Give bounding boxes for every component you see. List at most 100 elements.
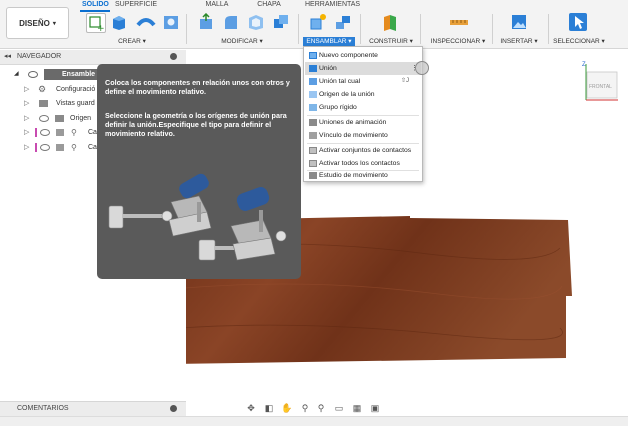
joint-tooltip: Coloca los componentes en relación unos … bbox=[97, 64, 301, 279]
press-pull-icon[interactable] bbox=[197, 12, 215, 31]
tab-mesh[interactable]: MALLA bbox=[202, 0, 232, 10]
zoom-icon[interactable]: ⚲ bbox=[298, 402, 312, 414]
drive-joints-icon bbox=[309, 119, 317, 126]
menu-item-motion-study[interactable]: Estudio de movimiento bbox=[305, 169, 421, 182]
menu-item-joint-origin[interactable]: Origen de la unión bbox=[305, 88, 421, 101]
component-color-bar bbox=[35, 143, 37, 152]
as-built-joint-icon bbox=[309, 78, 317, 85]
viewcube[interactable]: Z FRONTAL bbox=[578, 58, 622, 106]
offset-plane-icon[interactable] bbox=[381, 13, 399, 31]
design-workspace-button[interactable]: DISEÑO ▾ bbox=[6, 7, 69, 39]
visibility-eye-icon[interactable] bbox=[40, 144, 50, 151]
joint-icon bbox=[309, 65, 317, 72]
modify-group-label[interactable]: MODIFICAR ▾ bbox=[219, 37, 265, 46]
expand-arrow-icon[interactable]: ◢ bbox=[14, 68, 19, 81]
axis-z-label: Z bbox=[582, 62, 586, 68]
tab-surface[interactable]: SUPERFICIE bbox=[115, 0, 157, 10]
navigator-title: NAVEGADOR bbox=[17, 53, 62, 60]
toolbar-separator bbox=[492, 14, 493, 44]
display-settings-icon[interactable]: ▭ bbox=[332, 402, 346, 414]
create-sketch-icon[interactable]: + bbox=[86, 13, 106, 34]
viewcube-face-label[interactable]: FRONTAL bbox=[589, 84, 612, 90]
link-icon: ⚲ bbox=[71, 143, 77, 152]
new-component-icon[interactable] bbox=[309, 13, 327, 31]
shell-icon[interactable] bbox=[247, 13, 265, 31]
inspect-group-label[interactable]: INSPECCIONAR ▾ bbox=[429, 37, 487, 46]
create-group-label[interactable]: CREAR ▾ bbox=[115, 37, 149, 46]
tooltip-description: Coloca los componentes en relación unos … bbox=[105, 78, 290, 96]
expand-arrow-icon[interactable]: ▷ bbox=[24, 83, 29, 96]
folder-icon bbox=[55, 115, 64, 122]
menu-item-enable-contact-sets[interactable]: Activar conjuntos de contactos bbox=[305, 144, 421, 157]
expand-arrow-icon[interactable]: ▷ bbox=[24, 112, 29, 125]
rigid-group-icon bbox=[309, 104, 317, 111]
active-tab-underline bbox=[80, 10, 110, 12]
collapse-icon[interactable]: ◂◂ bbox=[4, 50, 11, 64]
visibility-eye-icon[interactable] bbox=[28, 71, 38, 78]
joint-origin-icon bbox=[309, 91, 317, 98]
toolbar-separator bbox=[360, 14, 361, 44]
visibility-eye-icon[interactable] bbox=[40, 129, 50, 136]
component-label: Ca bbox=[88, 129, 97, 136]
comments-title: COMENTARIOS bbox=[17, 405, 69, 412]
menu-item-joint[interactable]: Unión ⋮ bbox=[305, 62, 421, 75]
visibility-eye-icon[interactable] bbox=[39, 115, 49, 122]
combine-icon[interactable] bbox=[272, 13, 290, 31]
joint-illustration bbox=[108, 173, 287, 261]
caret-down-icon: ▾ bbox=[52, 20, 56, 27]
component-icon bbox=[56, 144, 64, 151]
menu-item-drive-joints[interactable]: Uniones de animación bbox=[305, 116, 421, 129]
measure-icon[interactable] bbox=[449, 13, 469, 31]
component-icon bbox=[56, 129, 64, 136]
navigation-bar: ✥ ◧ ✋ ⚲ ⚲ ▭ ▦ ▣ bbox=[244, 402, 384, 415]
menu-item-rigid-group[interactable]: Grupo rígido bbox=[305, 101, 421, 114]
construct-group-label[interactable]: CONSTRUIR ▾ bbox=[368, 37, 414, 46]
toolbar: DISEÑO ▾ SÓLIDO SUPERFICIE MALLA CHAPA H… bbox=[0, 0, 628, 49]
folder-icon bbox=[39, 100, 48, 107]
contact-sets-icon bbox=[309, 147, 317, 154]
orbit-icon[interactable]: ✥ bbox=[244, 402, 258, 414]
menu-item-motion-link[interactable]: Vínculo de movimiento bbox=[305, 129, 421, 142]
component-color-bar bbox=[35, 128, 37, 137]
shortcut-label: ⇧J bbox=[401, 78, 410, 84]
sweep-icon[interactable] bbox=[136, 13, 156, 31]
tab-sheetmetal[interactable]: CHAPA bbox=[255, 0, 283, 10]
navigator-options-icon[interactable] bbox=[170, 53, 177, 60]
extrude-icon[interactable] bbox=[110, 13, 128, 31]
add-comment-icon[interactable] bbox=[170, 405, 177, 412]
toolbar-separator bbox=[186, 14, 187, 44]
select-group-label[interactable]: SELECCIONAR ▾ bbox=[553, 37, 605, 46]
link-icon: ⚲ bbox=[71, 128, 77, 137]
assemble-group-label[interactable]: ENSAMBLAR ▾ bbox=[303, 37, 355, 46]
joint-icon[interactable] bbox=[334, 13, 352, 31]
look-at-icon[interactable]: ◧ bbox=[262, 402, 276, 414]
expand-arrow-icon[interactable]: ▷ bbox=[24, 126, 29, 139]
menu-item-new-component[interactable]: Nuevo componente bbox=[305, 49, 421, 62]
tab-tools[interactable]: HERRAMIENTAS bbox=[305, 0, 360, 10]
all-contact-icon bbox=[309, 160, 317, 167]
toolbar-separator bbox=[420, 14, 421, 44]
zoom-window-icon[interactable]: ⚲ bbox=[314, 402, 328, 414]
viewports-icon[interactable]: ▣ bbox=[368, 402, 382, 414]
grid-settings-icon[interactable]: ▦ bbox=[350, 402, 364, 414]
navigator-header: ◂◂ NAVEGADOR bbox=[0, 50, 186, 65]
menu-item-as-built-joint[interactable]: Unión tal cual ⇧J bbox=[305, 75, 421, 88]
toolbar-separator bbox=[548, 14, 549, 44]
pan-hand-icon[interactable]: ✋ bbox=[280, 402, 294, 414]
named-views-label: Vistas guard bbox=[56, 100, 95, 107]
design-label: DISEÑO bbox=[19, 18, 50, 28]
hole-icon[interactable] bbox=[162, 13, 180, 31]
select-icon[interactable] bbox=[569, 13, 587, 31]
insert-group-label[interactable]: INSERTAR ▾ bbox=[498, 37, 540, 46]
new-component-icon bbox=[309, 52, 317, 59]
comments-panel-header[interactable]: COMENTARIOS bbox=[0, 401, 186, 416]
insert-image-icon[interactable] bbox=[510, 13, 528, 31]
fillet-icon[interactable] bbox=[222, 13, 240, 31]
origin-label: Origen bbox=[70, 115, 92, 122]
tab-solid[interactable]: SÓLIDO bbox=[82, 0, 109, 10]
config-label: Configuració bbox=[56, 86, 96, 93]
expand-arrow-icon[interactable]: ▷ bbox=[24, 97, 29, 110]
motion-link-icon bbox=[309, 132, 317, 139]
expand-arrow-icon[interactable]: ▷ bbox=[24, 141, 29, 154]
toolbar-separator bbox=[298, 14, 299, 44]
